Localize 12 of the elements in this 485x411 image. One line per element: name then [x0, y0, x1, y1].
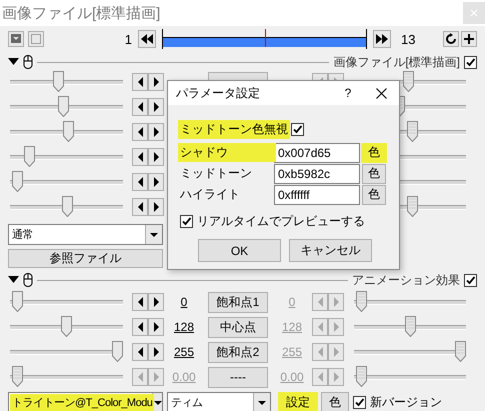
- start-frame: 1: [108, 32, 138, 46]
- checkbox-label: ミッドトーン色無視: [180, 121, 288, 138]
- color-label: ハイライト: [180, 186, 241, 203]
- color-label: シャドウ: [180, 144, 274, 161]
- window-title: 画像ファイル[標準描画]: [2, 4, 160, 22]
- section-label: アニメーション効果: [352, 272, 460, 288]
- end-frame: 13: [391, 32, 421, 46]
- checkbox-label: リアルタイムでプレビューする: [197, 212, 365, 230]
- dialog-title: パラメータ設定: [176, 84, 261, 102]
- section-label: 画像ファイル[標準描画]: [333, 54, 460, 70]
- color-label: ミッドトーン: [180, 165, 253, 182]
- checkbox-label: 新バージョン: [370, 394, 442, 411]
